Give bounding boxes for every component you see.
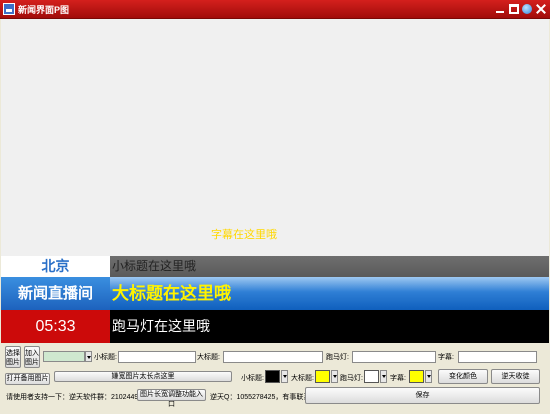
support-text: 请使用者支持一下：逆天软件群：210244984: [6, 394, 147, 401]
marquee-color-swatch[interactable]: [364, 370, 379, 383]
chevron-down-icon[interactable]: [281, 370, 288, 383]
close-icon[interactable]: [535, 3, 547, 15]
small-title-label: 小标题:: [94, 354, 117, 361]
small-title-input[interactable]: [118, 351, 196, 363]
marquee-label: 跑马灯:: [326, 354, 349, 361]
small-title-color-swatch[interactable]: [265, 370, 280, 383]
big-title-color-swatch[interactable]: [315, 370, 330, 383]
pin-icon[interactable]: [522, 4, 532, 14]
window-title: 新闻界面P图: [18, 5, 70, 15]
select-image-button[interactable]: 选择图片: [5, 346, 21, 368]
change-color-button[interactable]: 变化颜色: [438, 369, 488, 384]
title-bar: 新闻界面P图: [0, 0, 550, 19]
subtitle-preview-text: 字幕在这里哦: [211, 229, 277, 241]
live-label: 新闻直播间: [1, 277, 110, 310]
add-image-button[interactable]: 加入图片: [24, 346, 40, 368]
subtitle-color-swatch[interactable]: [409, 370, 424, 383]
feedback-button[interactable]: 逆天收徒: [491, 369, 540, 384]
minimize-icon[interactable]: [494, 3, 506, 15]
chevron-down-icon[interactable]: [331, 370, 338, 383]
contact-text: 逆天Q：1055278425，有事联系！: [210, 394, 318, 401]
big-title-input[interactable]: [223, 351, 323, 363]
big-title-color-label: 大标题:: [291, 375, 314, 382]
clock-display: 05:33: [1, 310, 110, 343]
city-label: 北京: [1, 256, 110, 277]
marquee-input[interactable]: [352, 351, 436, 363]
small-title-color-label: 小标题:: [241, 375, 264, 382]
image-preview: [1, 19, 549, 256]
chevron-down-icon[interactable]: [380, 370, 387, 383]
long-image-button[interactable]: 嫌宽图片太长点这里: [54, 371, 232, 382]
subtitle-label: 字幕:: [438, 354, 454, 361]
app-icon: [3, 3, 15, 15]
subtitle-color-label: 字幕:: [390, 375, 406, 382]
adjust-image-button[interactable]: 图片长宽调整功能入口: [137, 389, 206, 408]
save-button[interactable]: 保存: [305, 387, 540, 404]
marquee-color-label: 跑马灯:: [340, 375, 363, 382]
chevron-down-icon[interactable]: [85, 351, 92, 362]
big-title-banner: 大标题在这里哦: [110, 277, 549, 310]
big-title-text: 大标题在这里哦: [112, 284, 231, 303]
open-image-button[interactable]: 打开备用图片: [5, 373, 50, 385]
image-select-dropdown[interactable]: [43, 351, 85, 362]
marquee-banner: 跑马灯在这里哦: [110, 310, 549, 343]
big-title-label: 大标题:: [197, 354, 220, 361]
chevron-down-icon[interactable]: [425, 370, 432, 383]
maximize-icon[interactable]: [509, 4, 519, 14]
small-title-banner: 小标题在这里哦: [110, 256, 549, 277]
subtitle-input[interactable]: [458, 351, 537, 363]
